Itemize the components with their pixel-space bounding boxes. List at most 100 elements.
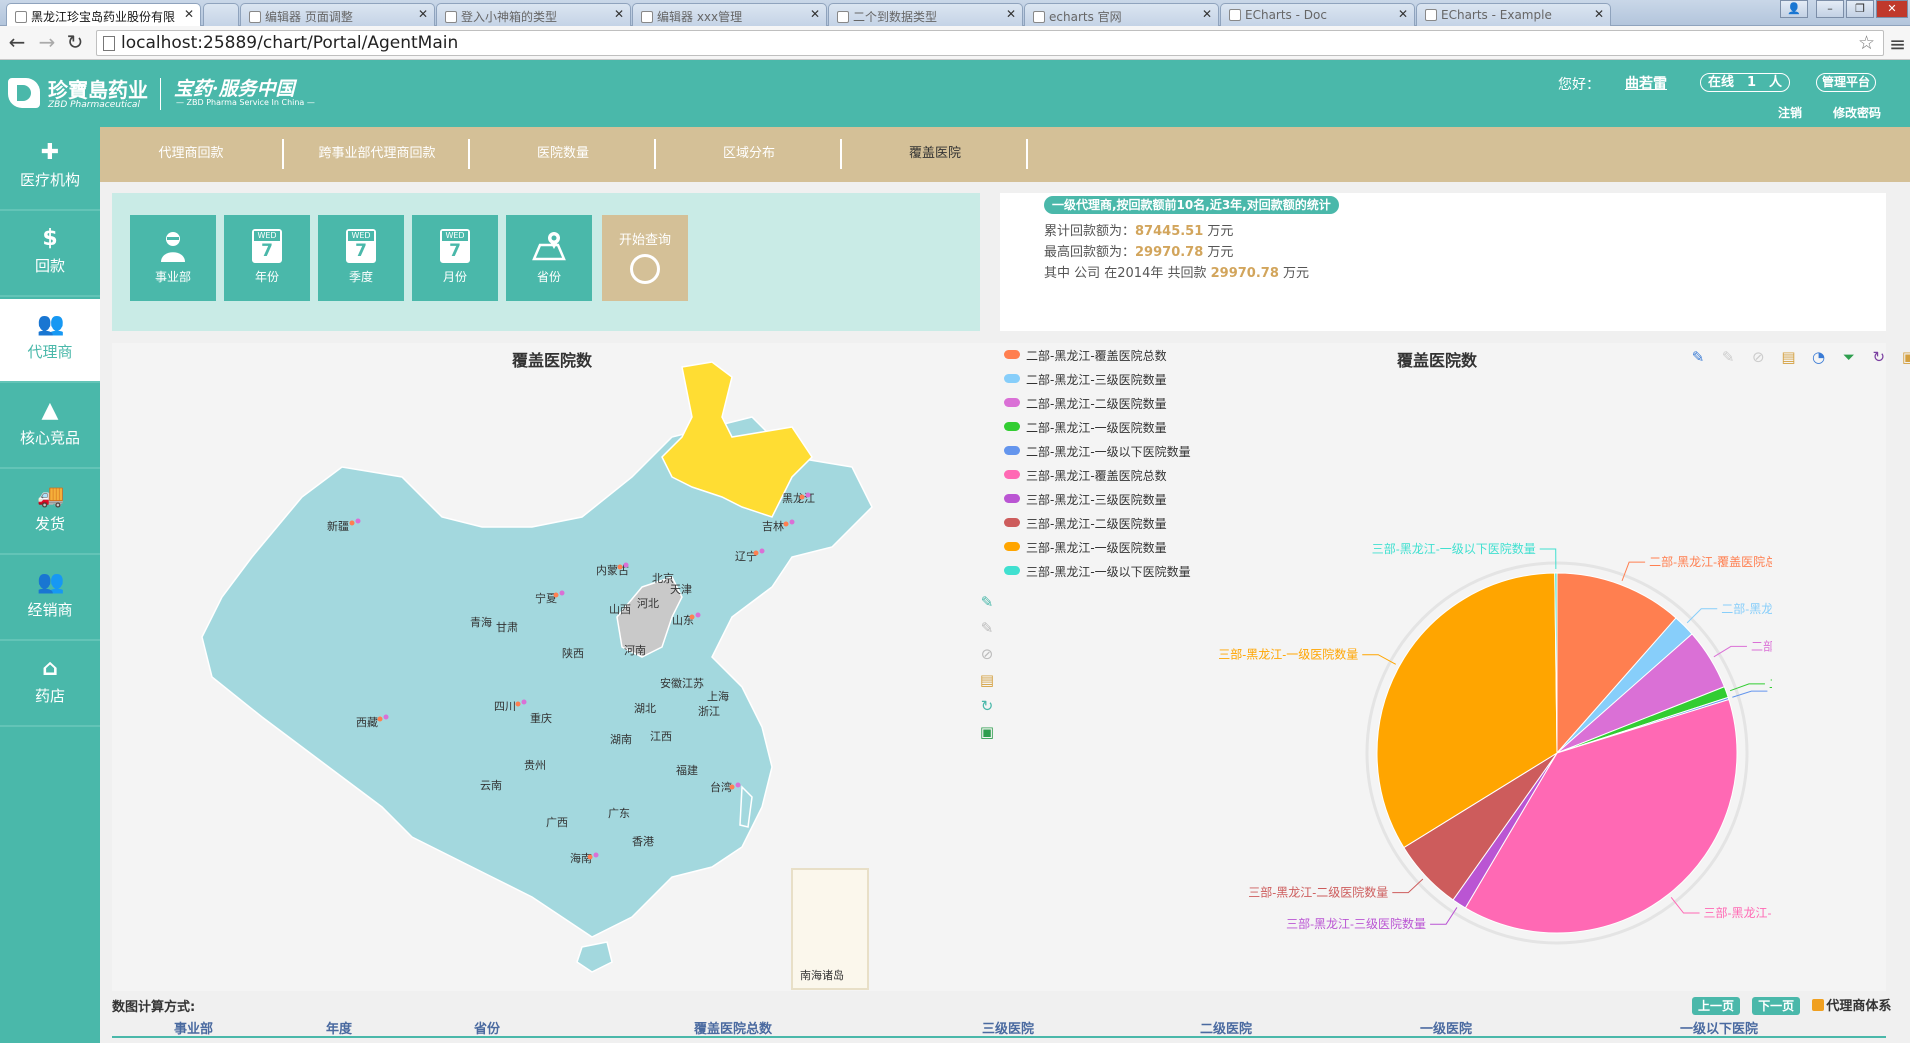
back-arrow-icon[interactable]: ←: [6, 32, 28, 54]
map-province-hainan[interactable]: [576, 941, 613, 973]
pager: 上一页 下一页 代理商体系: [1692, 995, 1891, 1015]
sidebar-item-distributor[interactable]: 👥 经销商: [0, 557, 100, 641]
save-image-icon[interactable]: ▣: [1899, 347, 1910, 367]
browser-tab[interactable]: ECharts - Doc ✕: [1220, 3, 1415, 26]
column-header[interactable]: 二级医院: [1200, 1018, 1252, 1037]
sidebar-item-pharmacy[interactable]: ⌂ 药店: [0, 643, 100, 727]
tab-cross-division-payment[interactable]: 跨事业部代理商回款: [286, 139, 470, 169]
sidebar-item-shipping[interactable]: 🚚 发货: [0, 471, 100, 555]
page-icon: [103, 36, 115, 51]
next-page-button[interactable]: 下一页: [1752, 997, 1801, 1015]
quarter-filter-button[interactable]: WED 7 季度: [318, 215, 404, 301]
close-tab-icon[interactable]: ✕: [1594, 7, 1604, 21]
data-view-icon[interactable]: ▤: [1778, 347, 1798, 367]
bookmark-star-icon[interactable]: ☆: [1858, 32, 1875, 54]
username-link[interactable]: 曲若雷: [1625, 73, 1667, 93]
change-password-link[interactable]: 修改密码: [1833, 104, 1881, 121]
pie-slice-label: 三部-黑龙江-三级医院数量: [1286, 916, 1426, 931]
summary-company-line: 其中 公司 在2014年 共回款 29970.78 万元: [1044, 262, 1309, 281]
sidebar: ✚ 医疗机构 $ 回款 👥 代理商 ▲ 核心竞品 🚚 发货 👥 经销商 ⌂ 药店: [0, 127, 100, 1043]
browser-tab[interactable]: echarts 官网 ✕: [1024, 3, 1219, 26]
browser-tab[interactable]: [203, 3, 239, 26]
funnel-icon[interactable]: ⏷: [1839, 347, 1859, 367]
start-query-button[interactable]: 开始查询: [602, 215, 688, 301]
summary-unit: 万元: [1207, 245, 1234, 260]
online-count-badge[interactable]: 在线 1 人: [1700, 73, 1790, 92]
prev-page-button[interactable]: 上一页: [1692, 997, 1741, 1015]
pie-chart-icon[interactable]: ◔: [1809, 347, 1829, 367]
division-filter-button[interactable]: 事业部: [130, 215, 216, 301]
legend-item[interactable]: 二部-黑龙江-三级医院数量: [1004, 371, 1167, 391]
summary-max-value: 29970.78: [1135, 245, 1204, 260]
column-header[interactable]: 覆盖医院总数: [694, 1018, 772, 1037]
tab-covered-hospitals[interactable]: 覆盖医院: [844, 139, 1028, 169]
browser-tab[interactable]: 编辑器 xxx管理 ✕: [632, 3, 827, 26]
pie-slice-label: 三部-黑龙江-覆盖医院总数: [1704, 905, 1772, 920]
minimize-window-icon[interactable]: –: [1816, 0, 1844, 18]
column-header[interactable]: 一级医院: [1420, 1018, 1472, 1037]
close-tab-icon[interactable]: ✕: [184, 7, 194, 21]
close-window-icon[interactable]: ✕: [1876, 0, 1908, 18]
column-header[interactable]: 年度: [326, 1018, 352, 1037]
column-header[interactable]: 事业部: [174, 1018, 213, 1037]
legend-item[interactable]: 二部-黑龙江-一级以下医院数量: [1004, 443, 1191, 463]
refresh-icon[interactable]: ↻: [1869, 347, 1889, 367]
agent-system-toggle[interactable]: 代理商体系: [1812, 995, 1891, 1014]
close-tab-icon[interactable]: ✕: [1398, 7, 1408, 21]
tab-title: ECharts - Example: [1441, 8, 1552, 22]
clear-icon[interactable]: ⊘: [978, 645, 996, 663]
clear-icon[interactable]: ⊘: [1748, 347, 1768, 367]
legend-item[interactable]: 二部-黑龙江-覆盖医院总数: [1004, 347, 1167, 367]
refresh-icon[interactable]: ↻: [978, 697, 996, 715]
sidebar-item-payment[interactable]: $ 回款: [0, 213, 100, 297]
calendar-icon: WED 7: [252, 229, 282, 263]
sidebar-item-medical[interactable]: ✚ 医疗机构: [0, 127, 100, 211]
pen-edit-icon[interactable]: ✎: [978, 593, 996, 611]
pen-disabled-icon[interactable]: ✎: [1718, 347, 1738, 367]
close-tab-icon[interactable]: ✕: [1006, 7, 1016, 21]
restore-window-icon[interactable]: ❐: [1846, 0, 1874, 18]
tab-region-distribution[interactable]: 区域分布: [658, 139, 842, 169]
pen-edit-icon[interactable]: ✎: [1688, 347, 1708, 367]
legend-item[interactable]: 二部-黑龙江-一级医院数量: [1004, 419, 1167, 439]
forward-arrow-icon[interactable]: →: [36, 32, 58, 54]
tab-hospital-count[interactable]: 医院数量: [472, 139, 656, 169]
sidebar-item-label: 核心竞品: [19, 429, 80, 447]
province-label: 北京: [652, 571, 674, 585]
column-header[interactable]: 省份: [474, 1018, 500, 1037]
province-label: 香港: [632, 835, 654, 848]
people-icon: 👥: [37, 312, 65, 337]
column-header[interactable]: 一级以下医院: [1680, 1018, 1758, 1037]
province-label: 天津: [670, 583, 692, 596]
logout-link[interactable]: 注销: [1778, 104, 1802, 121]
data-view-icon[interactable]: ▤: [978, 671, 996, 689]
browser-tab-active[interactable]: 黑龙江珍宝岛药业股份有限 ✕: [6, 3, 201, 26]
browser-menu-icon[interactable]: ≡: [1889, 32, 1906, 56]
sidebar-item-agent[interactable]: 👥 代理商: [0, 299, 100, 383]
url-input[interactable]: localhost:25889/chart/Portal/AgentMain ☆: [96, 30, 1884, 56]
browser-tab[interactable]: 二个到数据类型 ✕: [828, 3, 1023, 26]
province-filter-button[interactable]: 省份: [506, 215, 592, 301]
province-label: 安徽: [660, 676, 682, 690]
close-tab-icon[interactable]: ✕: [810, 7, 820, 21]
browser-tab[interactable]: 编辑器 页面调整 ✕: [240, 3, 435, 26]
browser-tab[interactable]: ECharts - Example ✕: [1416, 3, 1611, 26]
legend-item[interactable]: 二部-黑龙江-二级医院数量: [1004, 395, 1167, 415]
reload-icon[interactable]: ↻: [64, 32, 86, 54]
close-tab-icon[interactable]: ✕: [418, 7, 428, 21]
save-image-icon[interactable]: ▣: [978, 723, 996, 741]
tab-agent-payment[interactable]: 代理商回款: [100, 139, 284, 169]
month-filter-button[interactable]: WED 7 月份: [412, 215, 498, 301]
china-map[interactable]: 黑龙江 吉林 辽宁 新疆 内蒙古 北京 天津 河北 宁夏 山西 山东 青海 甘肃…: [152, 357, 1012, 997]
pen-disabled-icon[interactable]: ✎: [978, 619, 996, 637]
province-label: 云南: [480, 779, 502, 792]
year-filter-button[interactable]: WED 7 年份: [224, 215, 310, 301]
admin-platform-button[interactable]: 管理平台: [1816, 73, 1876, 92]
close-tab-icon[interactable]: ✕: [614, 7, 624, 21]
user-profile-icon[interactable]: 👤: [1780, 0, 1808, 18]
close-tab-icon[interactable]: ✕: [1202, 7, 1212, 21]
pie-chart[interactable]: 二部-黑龙江-覆盖医院总数二部-黑龙江-三级医院数量二部-黑龙江-二级医院数量二…: [1012, 473, 1772, 973]
column-header[interactable]: 三级医院: [982, 1018, 1034, 1037]
browser-tab[interactable]: 登入小神箱的类型 ✕: [436, 3, 631, 26]
sidebar-item-competitor[interactable]: ▲ 核心竞品: [0, 385, 100, 469]
